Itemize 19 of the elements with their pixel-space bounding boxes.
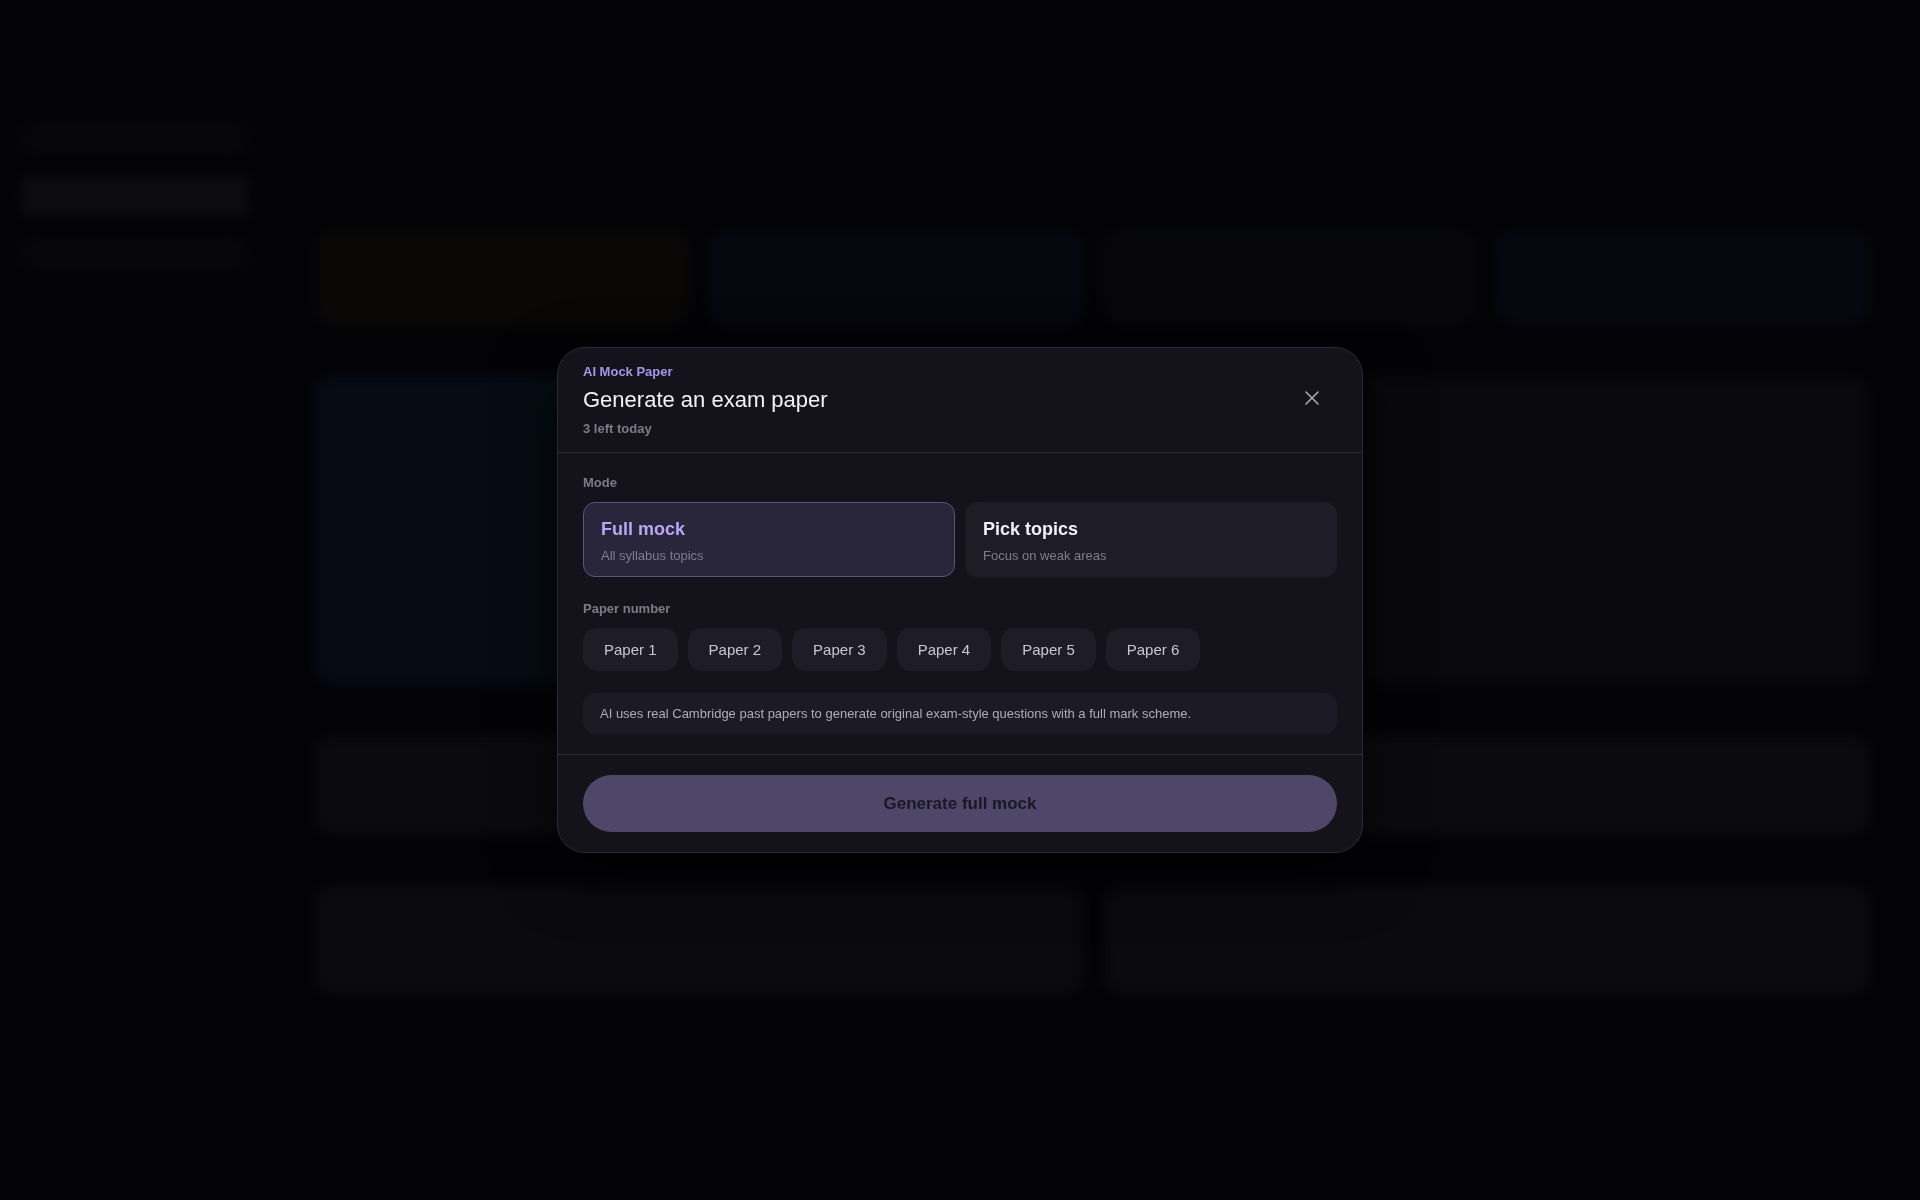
paper-option[interactable]: Paper 4 — [896, 628, 992, 671]
mode-description: All syllabus topics — [601, 548, 705, 563]
paper-option[interactable]: Paper 5 — [1001, 628, 1096, 671]
mode-option[interactable]: Full mock All syllabus topics — [583, 502, 955, 577]
paper-option[interactable]: Paper 1 — [583, 628, 678, 671]
close-icon — [1304, 390, 1320, 406]
dialog-title: Generate an exam paper — [583, 387, 828, 413]
mode-option[interactable]: Pick topics Focus on weak areas — [965, 502, 1337, 577]
mode-title: Pick topics — [983, 519, 1080, 540]
paper-option[interactable]: Paper 3 — [792, 628, 887, 671]
paper-option[interactable]: Paper 2 — [687, 628, 783, 671]
info-note: AI uses real Cambridge past papers to generate original exam-style questions with a full mark scheme. — [583, 693, 1337, 734]
mode-title: Full mock — [601, 519, 686, 540]
dialog-eyebrow: AI Mock Paper — [583, 364, 674, 379]
paper-option[interactable]: Paper 6 — [1105, 628, 1201, 671]
mode-description: Focus on weak areas — [983, 548, 1108, 563]
section-label: Mode — [583, 475, 618, 490]
remaining-count: 3 left today — [583, 421, 653, 436]
section-label: Paper number — [583, 601, 672, 616]
